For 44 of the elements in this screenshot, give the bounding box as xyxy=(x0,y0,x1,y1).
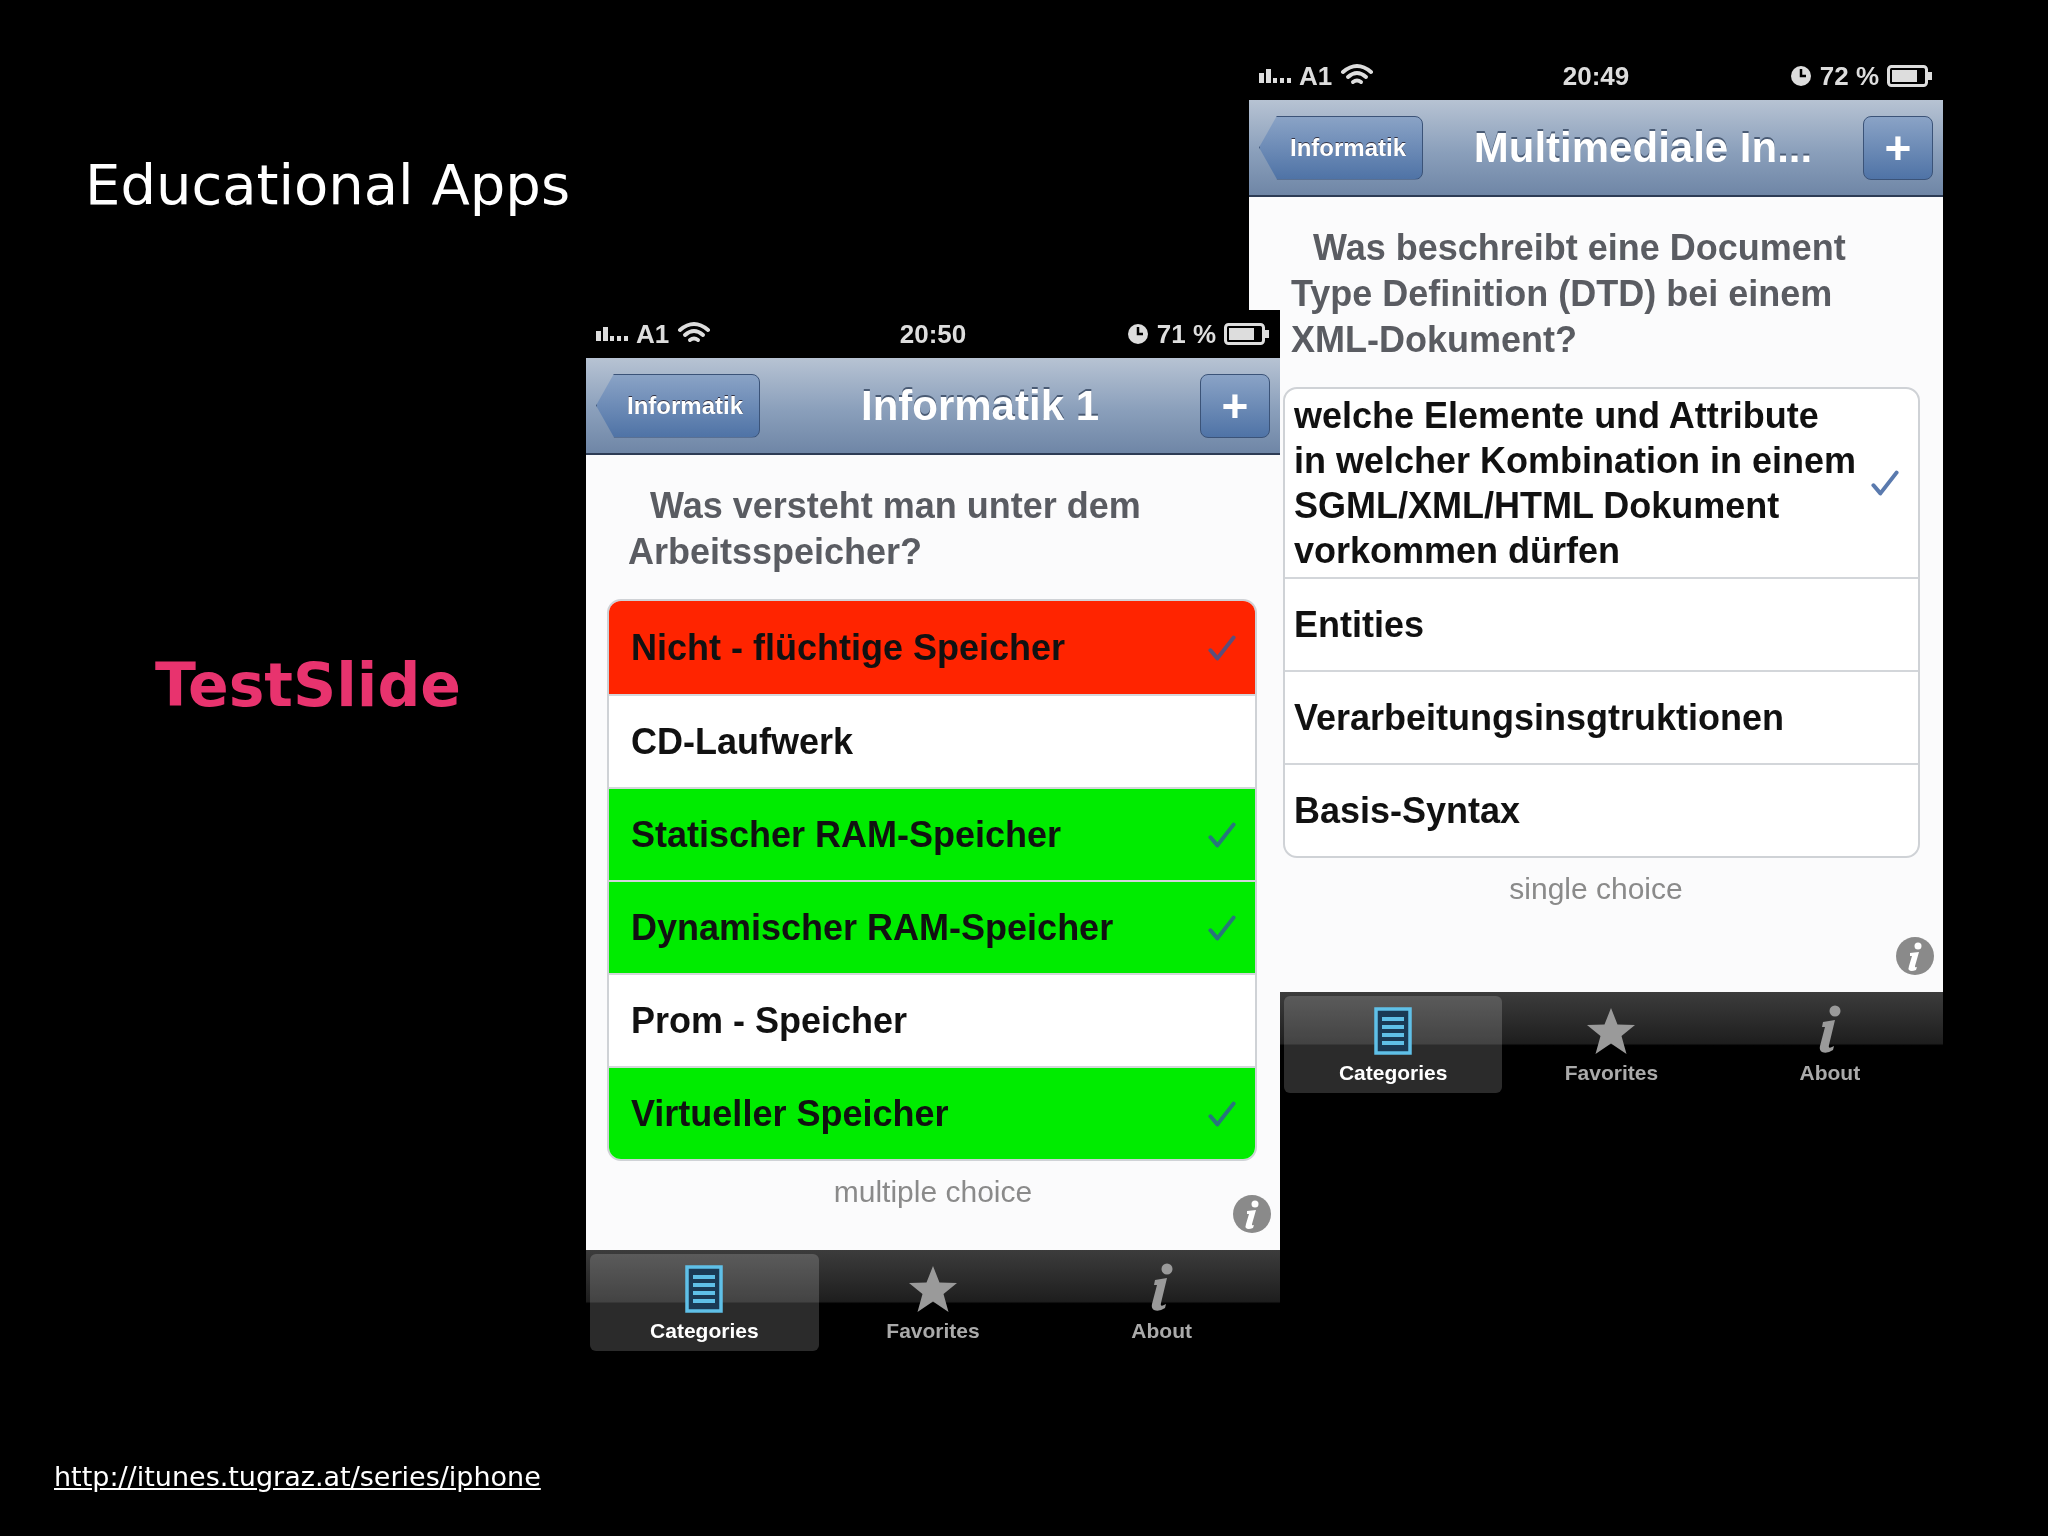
signal-icon xyxy=(596,327,628,341)
tab-item[interactable]: About xyxy=(1047,1254,1276,1351)
info-icon[interactable] xyxy=(1895,936,1935,976)
answer-option[interactable]: Statischer RAM-Speicher xyxy=(609,787,1255,880)
document-list-icon xyxy=(685,1265,724,1313)
tab-item[interactable]: Favorites xyxy=(818,1254,1048,1351)
battery-icon xyxy=(1887,65,1933,87)
question-text: Was beschreibt eine Document Type Definition (DTD) bei einem XML-Dokument? xyxy=(1291,226,1847,362)
answer-option[interactable]: Dynamischer RAM-Speicher xyxy=(609,880,1255,973)
choice-type-label: multiple choice xyxy=(833,1175,1033,1209)
signal-icon xyxy=(1259,69,1291,83)
add-button[interactable]: + xyxy=(1863,115,1933,180)
clock-icon xyxy=(1126,323,1149,345)
add-button[interactable]: + xyxy=(1200,373,1270,438)
link[interactable]: http://itunes.tugraz.at/series/iphone xyxy=(54,1461,541,1492)
answer-option[interactable]: welche Elemente und Attribute in welcher Kombination in einem SGML/XML/HTML Dokument vorkommen dürfen xyxy=(1285,389,1918,577)
status-time: 20:50 xyxy=(899,318,967,350)
carrier-name: A1 xyxy=(1299,60,1333,92)
document-list-icon xyxy=(1374,1007,1413,1055)
answer-option[interactable]: Basis-Syntax xyxy=(1285,763,1918,856)
tab-item[interactable]: Categories xyxy=(1284,996,1503,1093)
choice-type-label: single choice xyxy=(1509,872,1683,906)
answer-option[interactable]: Virtueller Speicher xyxy=(609,1066,1255,1159)
info-icon[interactable] xyxy=(1232,1194,1272,1234)
slide-title: Educational Apps xyxy=(85,151,571,219)
tab-item[interactable]: Categories xyxy=(590,1254,819,1351)
battery-percentage: 72 % xyxy=(1819,60,1879,92)
back-button[interactable]: Informatik xyxy=(1259,115,1423,180)
answer-option[interactable]: Nicht - flüchtige Speicher xyxy=(609,601,1255,694)
slide-subtitle: TestSlide xyxy=(155,650,463,720)
answer-option[interactable]: Verarbeitungsinsgtruktionen xyxy=(1285,670,1918,763)
status-time: 20:49 xyxy=(1562,60,1630,92)
battery-percentage: 71 % xyxy=(1156,318,1216,350)
carrier-name: A1 xyxy=(636,318,670,350)
tab-item[interactable]: About xyxy=(1720,996,1939,1093)
question-text: Was versteht man unter dem Arbeitsspeicher? xyxy=(628,484,1142,574)
back-button[interactable]: Informatik xyxy=(596,373,760,438)
screen-title: Multimediale In... xyxy=(1472,123,1814,172)
battery-icon xyxy=(1224,323,1270,345)
star-icon xyxy=(907,1265,959,1313)
answer-option[interactable]: Entities xyxy=(1285,577,1918,670)
tab-item[interactable]: Favorites xyxy=(1502,996,1721,1093)
clock-icon xyxy=(1789,65,1812,87)
screen-title: Informatik 1 xyxy=(859,381,1101,430)
